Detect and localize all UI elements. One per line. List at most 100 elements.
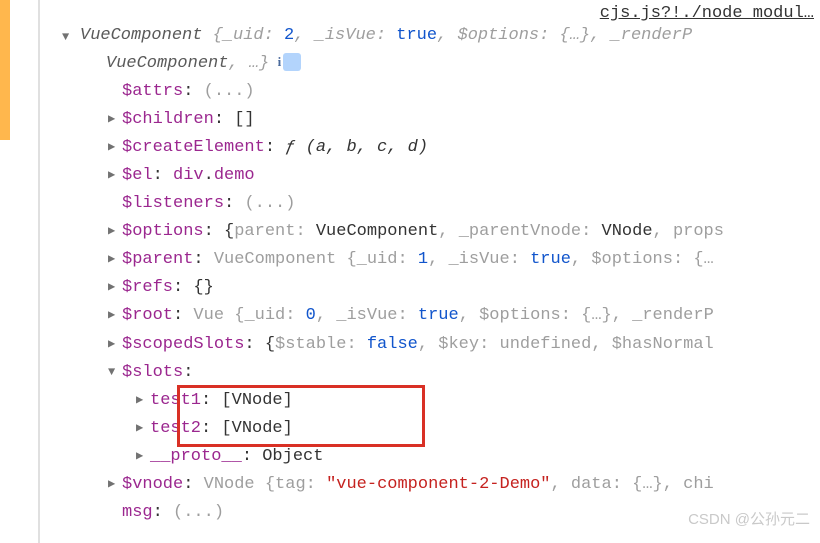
key: $scopedSlots	[122, 335, 244, 354]
el-class: demo	[214, 166, 255, 185]
cls: Vue	[193, 306, 224, 325]
parent-key: parent	[234, 222, 295, 241]
prop-el[interactable]: ▶$el: div.demo	[108, 162, 820, 190]
prop-listeners[interactable]: $listeners: (...)	[108, 190, 820, 218]
chevron-right-icon[interactable]: ▶	[108, 306, 122, 326]
vertical-divider	[38, 0, 40, 543]
chevron-right-icon[interactable]: ▶	[108, 222, 122, 242]
chevron-right-icon[interactable]: ▶	[108, 138, 122, 158]
prop-children[interactable]: ▶$children: []	[108, 106, 820, 134]
isvue-key: _isVue	[315, 26, 376, 45]
key: $refs	[122, 278, 173, 297]
key: $slots	[122, 363, 183, 382]
tag-val: "vue-component-2-Demo"	[326, 475, 550, 494]
value: (...)	[244, 194, 295, 213]
chevron-right-icon[interactable]: ▶	[108, 278, 122, 298]
prop-parent[interactable]: ▶$parent: VueComponent {_uid: 1, _isVue:…	[108, 246, 820, 274]
slot-test2[interactable]: ▶test2: [VNode]	[136, 415, 820, 443]
isvue-val: true	[530, 250, 571, 269]
uid-val: 1	[418, 250, 428, 269]
object-tree: ▼ VueComponent {_uid: 2, _isVue: true, $…	[80, 22, 820, 527]
gutter-highlight	[0, 0, 10, 140]
isvue-value: true	[396, 26, 437, 45]
chevron-right-icon[interactable]: ▶	[108, 110, 122, 130]
prop-refs[interactable]: ▶$refs: {}	[108, 274, 820, 302]
chevron-right-icon[interactable]: ▶	[108, 335, 122, 355]
component-class-2: VueComponent	[106, 54, 228, 73]
el-tag: div	[173, 166, 204, 185]
root-object[interactable]: ▼ VueComponent {_uid: 2, _isVue: true, $…	[80, 22, 820, 78]
chevron-right-icon[interactable]: ▶	[136, 419, 150, 439]
data-val: {…}	[632, 475, 663, 494]
stable-key: $stable	[275, 335, 346, 354]
cls: VueComponent	[214, 250, 336, 269]
value: {}	[193, 278, 213, 297]
tail: , …}	[228, 54, 269, 73]
opt-key: $options	[591, 250, 673, 269]
cls: VNode	[204, 475, 255, 494]
key-val: undefined	[500, 335, 592, 354]
pvnode-val: VNode	[602, 222, 653, 241]
isvue-key: _isVue	[448, 250, 509, 269]
opt-val: {…	[693, 250, 713, 269]
hasnormal: $hasNormal	[612, 335, 714, 354]
opt-key: $options	[479, 306, 561, 325]
uid-key: _uid	[244, 306, 285, 325]
prop-vnode[interactable]: ▶$vnode: VNode {tag: "vue-component-2-De…	[108, 471, 820, 499]
fn-symbol: ƒ	[285, 138, 295, 157]
prop-slots[interactable]: ▼$slots:	[108, 359, 820, 387]
pvnode-key: _parentVnode	[459, 222, 581, 241]
fn-args: (a, b, c, d)	[306, 138, 428, 157]
prop-scopedslots[interactable]: ▶$scopedSlots: {$stable: false, $key: un…	[108, 331, 820, 359]
prop-msg[interactable]: msg: (...)	[108, 499, 820, 527]
options-key: $options	[458, 26, 540, 45]
isvue-key: _isVue	[336, 306, 397, 325]
value: (...)	[173, 503, 224, 522]
value: [VNode]	[221, 419, 292, 438]
key: $createElement	[122, 138, 265, 157]
info-icon[interactable]: i	[283, 53, 301, 71]
props-key: props	[673, 222, 724, 241]
slot-proto[interactable]: ▶__proto__: Object	[136, 443, 820, 471]
parent-val: VueComponent	[316, 222, 438, 241]
tag-key: tag	[275, 475, 306, 494]
key: test2	[150, 419, 201, 438]
prop-createelement[interactable]: ▶$createElement: ƒ (a, b, c, d)	[108, 134, 820, 162]
key-key: $key	[438, 335, 479, 354]
chevron-down-icon[interactable]: ▼	[108, 363, 122, 383]
key: $el	[122, 166, 153, 185]
chevron-right-icon[interactable]: ▶	[108, 250, 122, 270]
chevron-right-icon[interactable]: ▶	[136, 447, 150, 467]
key: $vnode	[122, 475, 183, 494]
key: __proto__	[150, 447, 242, 466]
key: msg	[122, 503, 153, 522]
slot-test1[interactable]: ▶test1: [VNode]	[136, 387, 820, 415]
component-class: VueComponent	[80, 26, 202, 45]
key: $attrs	[122, 82, 183, 101]
isvue-val: true	[418, 306, 459, 325]
options-value: {…}	[560, 26, 591, 45]
renderp: _renderP	[632, 306, 714, 325]
key: test1	[150, 391, 201, 410]
uid-key: _uid	[223, 26, 264, 45]
value: (...)	[204, 82, 255, 101]
key: $root	[122, 306, 173, 325]
chevron-right-icon[interactable]: ▶	[108, 166, 122, 186]
renderp: _renderP	[611, 26, 693, 45]
opt-val: {…}	[581, 306, 612, 325]
key: $options	[122, 222, 204, 241]
chevron-right-icon[interactable]: ▶	[108, 475, 122, 495]
chevron-down-icon[interactable]: ▼	[62, 28, 69, 48]
prop-attrs[interactable]: $attrs: (...)	[108, 78, 820, 106]
key: $parent	[122, 250, 193, 269]
prop-root[interactable]: ▶$root: Vue {_uid: 0, _isVue: true, $opt…	[108, 302, 820, 330]
prop-options[interactable]: ▶$options: {parent: VueComponent, _paren…	[108, 218, 820, 246]
chi: chi	[683, 475, 714, 494]
uid-value: 2	[284, 26, 294, 45]
uid-key: _uid	[357, 250, 398, 269]
value: Object	[262, 447, 323, 466]
data-key: data	[571, 475, 612, 494]
value: [VNode]	[221, 391, 292, 410]
key: $children	[122, 110, 214, 129]
chevron-right-icon[interactable]: ▶	[136, 391, 150, 411]
